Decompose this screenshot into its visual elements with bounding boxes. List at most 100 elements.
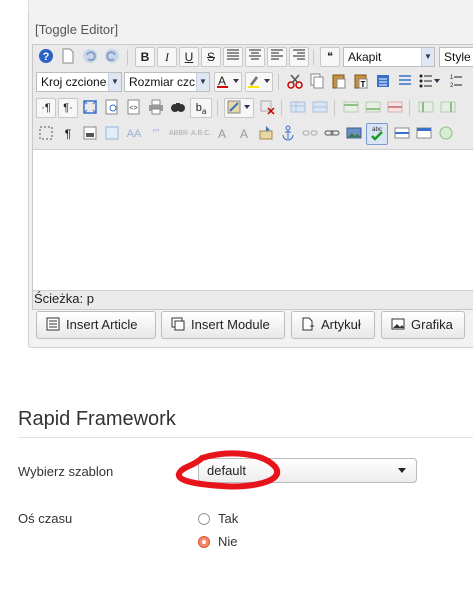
radio-tak[interactable]: Tak bbox=[198, 511, 238, 526]
align-left-icon[interactable] bbox=[267, 47, 287, 67]
del-icon[interactable]: A bbox=[212, 124, 232, 144]
align-justify-icon[interactable] bbox=[223, 47, 243, 67]
toggle-editor-link[interactable]: [Toggle Editor] bbox=[35, 22, 118, 37]
template-label: Wybierz szablon bbox=[18, 464, 114, 479]
edit-template-button[interactable] bbox=[224, 98, 254, 118]
delete-row-icon[interactable] bbox=[385, 98, 405, 118]
copy-icon[interactable] bbox=[307, 72, 327, 92]
artykul-button[interactable]: Artykuł bbox=[291, 311, 375, 339]
toolbar-separator bbox=[281, 100, 282, 116]
radio-nie[interactable]: Nie bbox=[198, 534, 238, 549]
code-icon[interactable]: <> bbox=[124, 98, 144, 118]
spellcheck-button[interactable]: abc bbox=[366, 123, 388, 145]
cut-icon[interactable] bbox=[285, 72, 305, 92]
artykul-label: Artykuł bbox=[321, 317, 361, 332]
paste-text-icon[interactable]: T bbox=[351, 72, 371, 92]
svg-text:?: ? bbox=[43, 51, 50, 63]
align-right-icon[interactable] bbox=[289, 47, 309, 67]
ltr-button[interactable]: ·¶ bbox=[36, 98, 56, 118]
styles-glyph: AA bbox=[126, 128, 142, 140]
radio-button-checked[interactable] bbox=[198, 536, 210, 548]
insert-module-button[interactable]: Insert Module bbox=[161, 311, 285, 339]
format-select-value: Akapit bbox=[348, 50, 382, 64]
new-document-icon[interactable] bbox=[58, 47, 78, 67]
attributes-icon[interactable] bbox=[256, 124, 276, 144]
visual-aid-icon[interactable] bbox=[36, 124, 56, 144]
style-select[interactable]: Style bbox=[439, 47, 473, 67]
show-blocks-button[interactable]: ¶ bbox=[58, 124, 78, 144]
anchor-icon[interactable] bbox=[278, 124, 298, 144]
blockquote-button[interactable]: ❝ bbox=[320, 47, 340, 67]
print-icon[interactable] bbox=[146, 98, 166, 118]
svg-text:1: 1 bbox=[450, 75, 454, 81]
red-annotation-scribble bbox=[175, 450, 281, 490]
font-family-value: Kroj czcione bbox=[41, 75, 107, 89]
toolbar-separator bbox=[409, 100, 410, 116]
unlink-icon[interactable] bbox=[300, 124, 320, 144]
grafika-button[interactable]: Grafika bbox=[381, 311, 465, 339]
svg-text:2: 2 bbox=[450, 83, 454, 89]
format-select[interactable]: Akapit ▼ bbox=[343, 47, 435, 67]
col-before-icon[interactable] bbox=[416, 98, 436, 118]
insert-article-label: Insert Article bbox=[66, 317, 138, 332]
font-family-select[interactable]: Kroj czcione ▼ bbox=[36, 72, 122, 92]
ins-button[interactable]: A bbox=[234, 124, 254, 144]
highlight-color-button[interactable] bbox=[245, 72, 273, 92]
svg-text:<>: <> bbox=[129, 105, 137, 112]
row-before-icon[interactable] bbox=[341, 98, 361, 118]
text-color-button[interactable]: A bbox=[214, 72, 242, 92]
read-more-icon[interactable] bbox=[436, 124, 456, 144]
chevron-down-icon bbox=[398, 468, 406, 473]
section-divider bbox=[18, 437, 473, 438]
picture-icon bbox=[390, 312, 406, 338]
remove-format-icon[interactable] bbox=[257, 98, 277, 118]
underline-button[interactable]: U bbox=[179, 47, 199, 67]
styles-icon[interactable]: AA bbox=[124, 124, 144, 144]
add-document-icon bbox=[300, 312, 316, 338]
table-row-icon[interactable] bbox=[310, 98, 330, 118]
abbr-icon[interactable]: ABBR bbox=[168, 124, 188, 144]
svg-text:T: T bbox=[361, 80, 366, 89]
align-center-icon[interactable] bbox=[245, 47, 265, 67]
row-after-icon[interactable] bbox=[363, 98, 383, 118]
radio-button[interactable] bbox=[198, 513, 210, 525]
bold-button[interactable]: B bbox=[135, 47, 155, 67]
link-icon[interactable] bbox=[322, 124, 342, 144]
horizontal-rule-icon[interactable] bbox=[392, 124, 412, 144]
table-insert-icon[interactable] bbox=[288, 98, 308, 118]
toolbar-separator bbox=[278, 74, 279, 90]
bullet-list-button[interactable] bbox=[417, 72, 443, 92]
preview-icon[interactable] bbox=[102, 98, 122, 118]
cite-button[interactable]: “” bbox=[146, 124, 166, 144]
paste-icon[interactable] bbox=[329, 72, 349, 92]
font-size-value: Rozmiar czc bbox=[129, 75, 196, 89]
article-icon bbox=[45, 312, 61, 338]
fullscreen-icon[interactable] bbox=[80, 98, 100, 118]
undo-icon[interactable] bbox=[80, 47, 100, 67]
redo-icon[interactable] bbox=[102, 47, 122, 67]
paste-word-icon[interactable] bbox=[373, 72, 393, 92]
rtl-button[interactable]: ¶· bbox=[58, 98, 78, 118]
strikethrough-button[interactable]: S bbox=[201, 47, 221, 67]
font-size-select[interactable]: Rozmiar czc ▼ bbox=[124, 72, 210, 92]
insert-article-button[interactable]: Insert Article bbox=[36, 311, 156, 339]
insert-layer-icon[interactable] bbox=[80, 124, 100, 144]
toolbar-separator bbox=[217, 100, 218, 116]
find-icon[interactable] bbox=[168, 98, 188, 118]
grafika-label: Grafika bbox=[411, 317, 453, 332]
numbered-list-button[interactable]: 12 bbox=[446, 72, 472, 92]
abbr-glyph: ABBR bbox=[169, 130, 189, 137]
acronym-icon[interactable]: A.B.C. bbox=[190, 124, 211, 144]
editor-content-area[interactable] bbox=[33, 149, 473, 291]
radio-nie-label: Nie bbox=[218, 534, 238, 549]
image-icon[interactable] bbox=[344, 124, 364, 144]
move-layer-icon[interactable] bbox=[102, 124, 122, 144]
search-replace-icon[interactable] bbox=[395, 72, 415, 92]
help-icon[interactable]: ? bbox=[36, 47, 56, 67]
timeline-label: Oś czasu bbox=[18, 511, 73, 526]
layer-icon[interactable] bbox=[414, 124, 434, 144]
sub-sup-button[interactable]: ba bbox=[190, 98, 212, 118]
col-after-icon[interactable] bbox=[438, 98, 458, 118]
italic-button[interactable]: I bbox=[157, 47, 177, 67]
toolbar-separator bbox=[127, 49, 128, 65]
